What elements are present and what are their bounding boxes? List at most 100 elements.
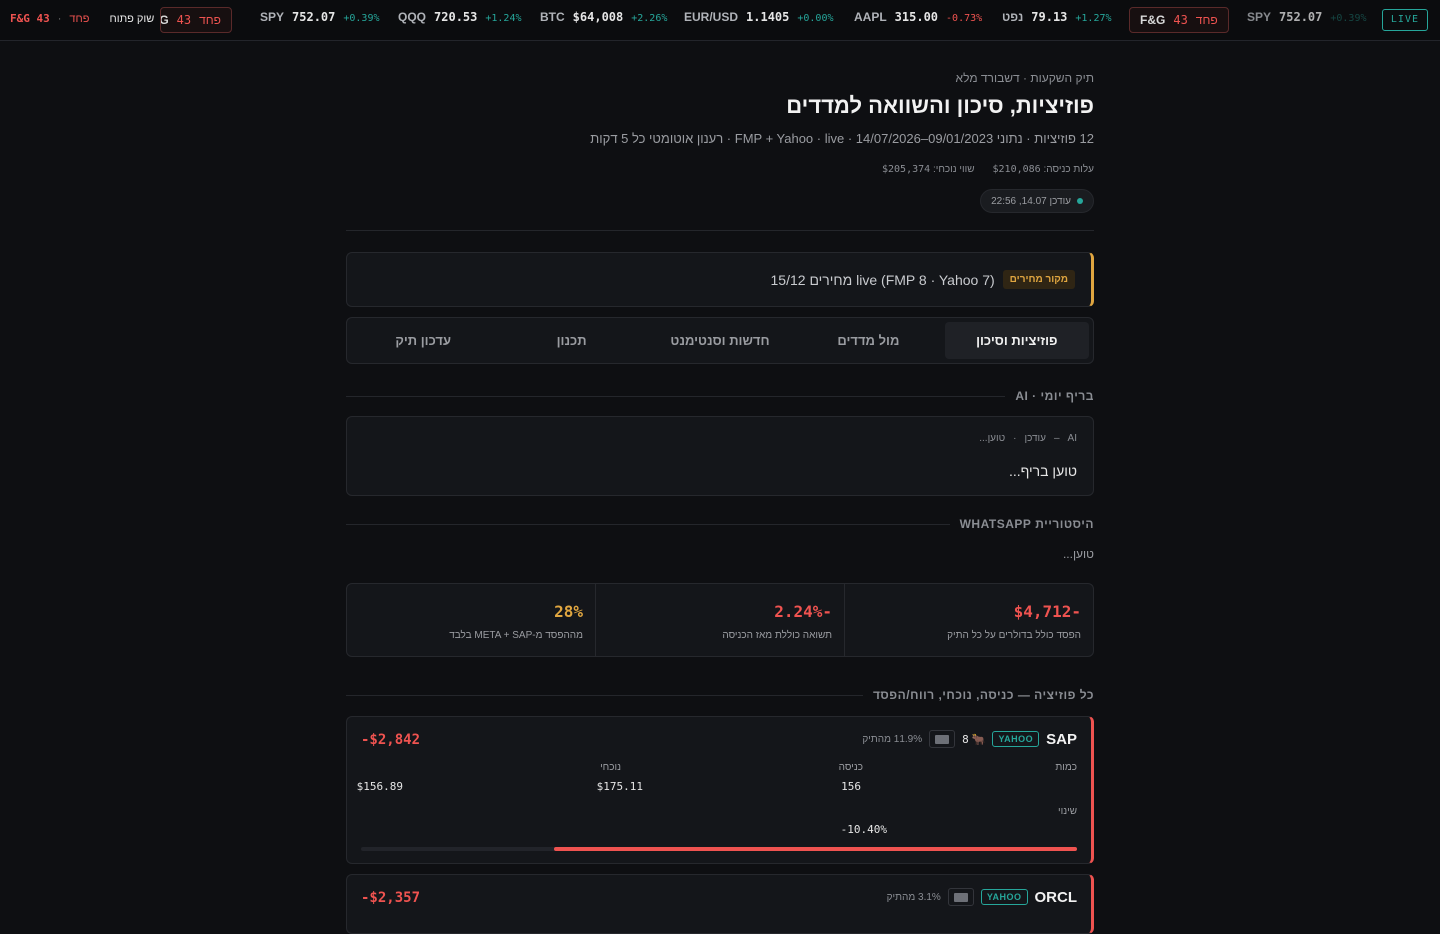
daily-brief-card: AI – עודכן · טוען... טוען בריף... bbox=[346, 416, 1094, 496]
loss-bar bbox=[361, 847, 1077, 851]
status-dot-icon bbox=[1077, 198, 1083, 204]
divider bbox=[346, 230, 1094, 231]
entry-cost-label: עלות כניסה: bbox=[1043, 164, 1094, 175]
ticker-symbol: EUR/USD bbox=[684, 10, 739, 24]
ticker-change: +0.39% bbox=[1330, 13, 1367, 24]
tab-planning[interactable]: תכנון bbox=[499, 322, 643, 359]
ticker-change: +0.39% bbox=[343, 13, 380, 24]
ticker-bar: F&G 43 · פחד שוק פתוח F&G 43 פחד SPY 752… bbox=[0, 0, 1440, 41]
brief-meta-dash: – bbox=[1053, 433, 1060, 444]
ticker-item[interactable]: נפט 79.13 +1.27% bbox=[1002, 10, 1112, 24]
tab-positions-risk[interactable]: פוזיציות וסיכון bbox=[944, 322, 1089, 359]
live-indicator: LIVE bbox=[1381, 9, 1428, 31]
ticker-item[interactable]: SPY 752.07 +0.39% bbox=[260, 10, 380, 24]
price-source-badge: מקור מחירים bbox=[1002, 270, 1075, 289]
breadcrumb: תיק השקעות · דשבורד מלא bbox=[955, 71, 1094, 85]
news-icon[interactable] bbox=[929, 730, 956, 748]
ticker-item[interactable]: QQQ 720.53 +1.24% bbox=[398, 10, 522, 24]
position-header: ORCL YAHOO 3.1% מהתיק bbox=[887, 888, 1077, 906]
fg-chip-word: פחד bbox=[199, 13, 221, 27]
qty-value: 156 bbox=[841, 780, 861, 793]
stat-caption: תשואה כוללת מאז הכניסה bbox=[722, 630, 832, 641]
ticker-change: -0.73% bbox=[946, 13, 983, 24]
group-count: 8 bbox=[962, 732, 969, 746]
section-title: כל פוזיציה — כניסה, נוכחי, רווח/הפסד bbox=[872, 688, 1094, 702]
entry-cost: עלות כניסה: $210,086 bbox=[993, 164, 1094, 175]
ticker-symbol: BTC bbox=[540, 10, 565, 24]
current-value: שווי נוכחי: $205,374 bbox=[882, 164, 975, 175]
ticker-price: 315.00 bbox=[894, 10, 939, 24]
current-value-value: $205,374 bbox=[881, 164, 931, 175]
price-source-banner: מקור מחירים live (FMP 8 · Yahoo 7) מחירי… bbox=[346, 252, 1094, 307]
whatsapp-loading: טוען... bbox=[1062, 547, 1094, 561]
stat-value: -2.24% bbox=[774, 602, 832, 621]
cost-summary: עלות כניסה: $210,086 שווי נוכחי: $205,37… bbox=[882, 164, 1094, 175]
entry-value: $175.11 bbox=[596, 780, 643, 793]
section-header-positions: כל פוזיציה — כניסה, נוכחי, רווח/הפסד bbox=[346, 688, 1094, 702]
source-badge: YAHOO bbox=[992, 731, 1040, 747]
tab-bar: פוזיציות וסיכון מול מדדים חדשות וסנטימנט… bbox=[346, 317, 1094, 364]
ticker-item[interactable]: EUR/USD 1.1405 +0.00% bbox=[684, 10, 834, 24]
ticker-change: +1.24% bbox=[485, 13, 522, 24]
fg-chip-word: פחד bbox=[1195, 13, 1218, 27]
stat-loss-concentration: 28% מההפסד מ-META + SAP בלבד bbox=[347, 584, 595, 656]
change-label: שינוי bbox=[1058, 806, 1077, 817]
fg-chip-left[interactable]: F&G 43 פחד bbox=[160, 7, 232, 33]
ticker-symbol: SPY bbox=[1247, 10, 1272, 24]
fg-mini-label: F&G 43 bbox=[10, 12, 50, 25]
ticker-symbol: נפט bbox=[1002, 10, 1024, 24]
source-badge: YAHOO bbox=[980, 889, 1028, 905]
stat-value: 28% bbox=[554, 602, 583, 621]
tab-vs-indices[interactable]: מול מדדים bbox=[796, 322, 940, 359]
page-title: פוזיציות, סיכון והשוואה למדדים bbox=[786, 93, 1094, 118]
fg-chip-value: 43 bbox=[176, 13, 192, 27]
position-symbol: ORCL bbox=[1034, 888, 1078, 906]
position-card-orcl[interactable]: ORCL YAHOO 3.1% מהתיק -$2,357 bbox=[346, 874, 1094, 934]
brief-meta-dot: · bbox=[1013, 433, 1017, 444]
updated-pill: עודכן 14.07, 22:56 bbox=[980, 189, 1094, 213]
position-symbol: SAP bbox=[1046, 730, 1077, 748]
group-indicator: 🐂 8 bbox=[962, 733, 985, 746]
ticker-item[interactable]: BTC $64,008 +2.26% bbox=[540, 10, 667, 24]
ticker-item[interactable]: AAPL 315.00 -0.73% bbox=[854, 10, 982, 24]
section-title: בריף יומי · AI bbox=[1015, 389, 1094, 403]
stats-panel: -$4,712 הפסד כולל בדולרים על כל התיק -2.… bbox=[346, 583, 1094, 657]
section-header-whatsapp: היסטוריית WHATSAPP bbox=[346, 517, 1094, 531]
fg-chip-right[interactable]: F&G 43 פחד bbox=[1129, 7, 1229, 33]
section-title: היסטוריית WHATSAPP bbox=[959, 517, 1094, 531]
ticker-item[interactable]: SPY 752.07 +0.39% bbox=[1247, 10, 1367, 24]
separator: · bbox=[57, 12, 62, 25]
ticker-price: 79.13 bbox=[1031, 10, 1068, 24]
position-pnl: -$2,357 bbox=[361, 890, 421, 906]
ticker-change: +2.26% bbox=[631, 13, 668, 24]
tab-news-sentiment[interactable]: חדשות וסנטימנט bbox=[648, 322, 792, 359]
position-weight: 3.1% מהתיק bbox=[886, 891, 941, 903]
current-label: נוכחי bbox=[600, 762, 621, 773]
ticker-symbol: AAPL bbox=[854, 10, 887, 24]
page-subtitle: 12 פוזיציות · נתוני 09/01/2023–14/07/202… bbox=[590, 131, 1094, 146]
ticker-symbol: SPY bbox=[260, 10, 285, 24]
position-card-sap[interactable]: SAP YAHOO 🐂 8 11.9% מהתיק -$2,842 כמות כ… bbox=[346, 716, 1094, 864]
bull-icon: 🐂 bbox=[971, 733, 986, 746]
tab-portfolio-update[interactable]: עדכון תיק bbox=[351, 322, 495, 359]
position-pnl: -$2,842 bbox=[361, 732, 421, 748]
news-icon[interactable] bbox=[947, 888, 974, 906]
divider bbox=[346, 395, 1006, 397]
ticker-price: $64,008 bbox=[572, 10, 624, 24]
market-status-text: שוק פתוח bbox=[109, 12, 155, 25]
ticker-price: 752.07 bbox=[292, 10, 336, 24]
fg-chip-label: F&G bbox=[1140, 13, 1166, 27]
ticker-change: +0.00% bbox=[797, 13, 834, 24]
stat-total-loss: -$4,712 הפסד כולל בדולרים על כל התיק bbox=[844, 584, 1093, 656]
brief-meta: AI – עודכן · טוען... bbox=[979, 433, 1077, 444]
position-header: SAP YAHOO 🐂 8 11.9% מהתיק bbox=[862, 730, 1077, 748]
position-weight: 11.9% מהתיק bbox=[862, 733, 923, 745]
ticker-change: +1.27% bbox=[1075, 13, 1112, 24]
divider bbox=[346, 694, 863, 696]
brief-meta-ai: AI bbox=[1067, 433, 1077, 444]
updated-text: עודכן 14.07, 22:56 bbox=[991, 195, 1071, 207]
market-status: F&G 43 · פחד שוק פתוח bbox=[10, 12, 169, 25]
qty-label: כמות bbox=[1055, 762, 1077, 773]
stat-value: -$4,712 bbox=[1013, 602, 1081, 621]
divider bbox=[346, 523, 950, 525]
